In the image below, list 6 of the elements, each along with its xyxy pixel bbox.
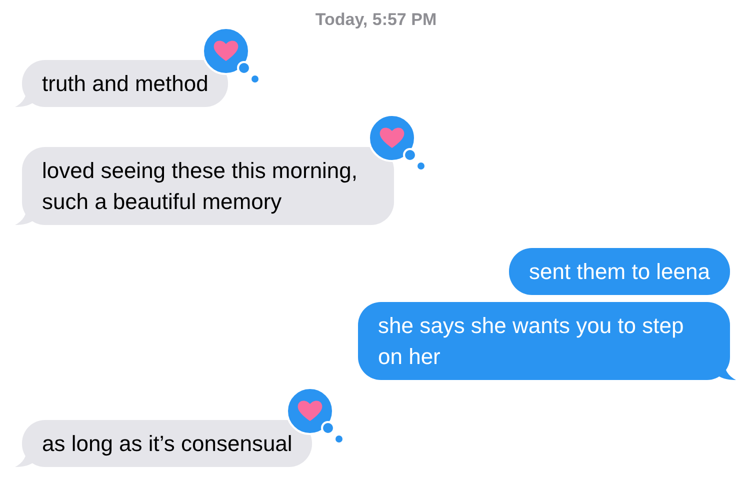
message-bubble: sent them to leena [508,248,730,295]
message-bubble: loved seeing these this morning, such a beautiful memory [22,147,394,225]
timestamp: Today, 5:57 PM [315,10,437,30]
message-bubble: she says she wants you to step on her [358,302,730,380]
message-bubble: truth and method [22,60,228,107]
message-bubble: as long as it’s consensual [22,420,312,467]
